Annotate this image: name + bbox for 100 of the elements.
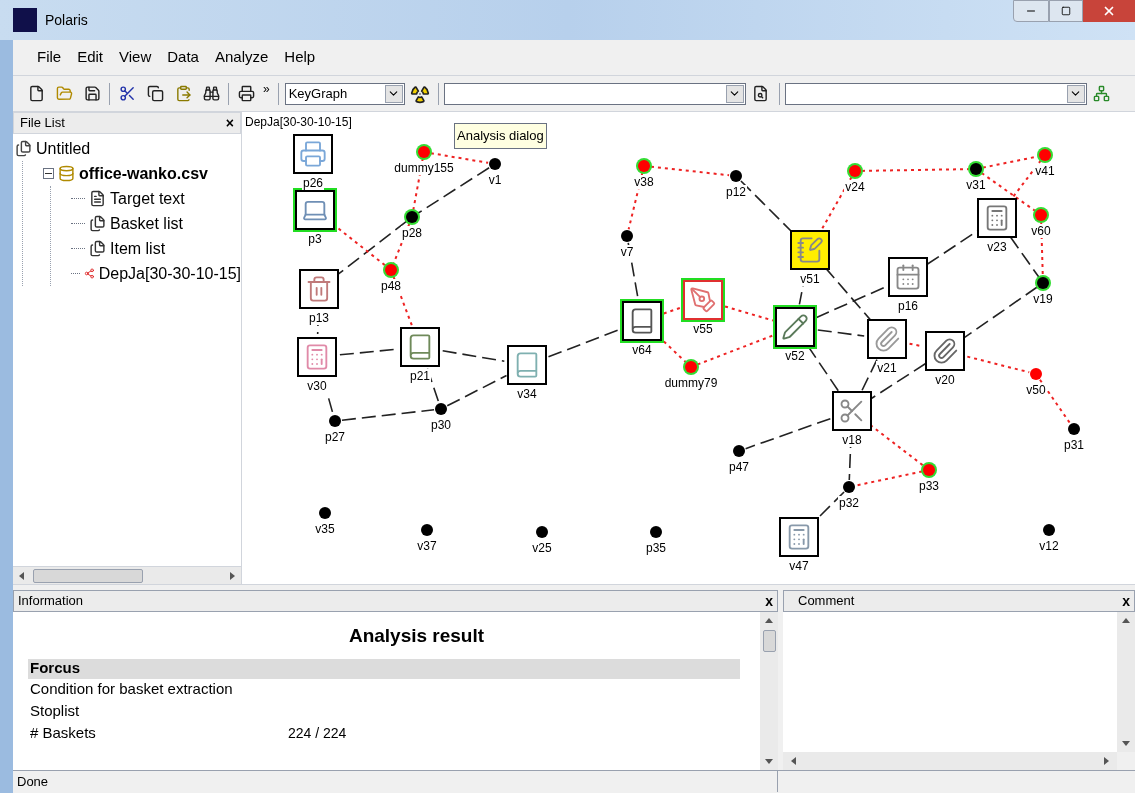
scroll-up-arrow-icon[interactable] bbox=[764, 616, 774, 626]
scroll-right-arrow-icon[interactable] bbox=[227, 570, 237, 581]
scroll-down-arrow-icon[interactable] bbox=[764, 756, 774, 766]
item-icon bbox=[299, 140, 327, 168]
app-icon bbox=[13, 8, 37, 32]
horizontal-scrollbar[interactable] bbox=[13, 566, 241, 584]
node-label: p32 bbox=[838, 496, 860, 510]
node-label: p35 bbox=[645, 541, 667, 555]
dropdown-field[interactable]: KeyGraph bbox=[284, 82, 405, 105]
result-value: 224 / 224 bbox=[288, 724, 347, 743]
node-label: v7 bbox=[619, 245, 635, 259]
node-label: v25 bbox=[531, 541, 553, 555]
menu-item[interactable]: View bbox=[113, 46, 158, 69]
menu-item[interactable]: File bbox=[31, 46, 68, 69]
menu-item[interactable]: Edit bbox=[71, 46, 110, 69]
node-label: v23 bbox=[986, 240, 1008, 254]
item-picture[interactable] bbox=[779, 517, 819, 557]
node-label: v21 bbox=[876, 361, 898, 375]
item-icon bbox=[796, 236, 824, 264]
node-label: p28 bbox=[401, 226, 423, 240]
item-picture[interactable] bbox=[775, 307, 815, 347]
item-picture[interactable] bbox=[925, 331, 965, 371]
graph-edge bbox=[724, 305, 774, 322]
menu-item[interactable]: Analyze bbox=[208, 46, 275, 69]
graph-edge bbox=[441, 350, 506, 362]
item-picture[interactable] bbox=[977, 198, 1017, 238]
scroll-down-arrow-icon[interactable] bbox=[1121, 738, 1131, 748]
window-title: Polaris bbox=[45, 10, 88, 30]
result-label: Condition for basket extraction bbox=[29, 679, 234, 700]
graph-edge bbox=[446, 374, 508, 407]
dropdown-field[interactable] bbox=[443, 82, 746, 105]
node-label: p31 bbox=[1063, 438, 1085, 452]
item-icon bbox=[305, 275, 333, 303]
vertical-scrollbar[interactable] bbox=[1117, 612, 1135, 752]
item-picture[interactable] bbox=[622, 301, 662, 341]
node-label: v50 bbox=[1025, 383, 1047, 397]
status-text: Done bbox=[17, 772, 49, 791]
tree-item[interactable]: office-wanko.csv bbox=[79, 161, 208, 186]
node-label: v18 bbox=[841, 433, 863, 447]
node-label: v47 bbox=[788, 559, 810, 573]
node-label: p13 bbox=[308, 311, 330, 325]
tree-item[interactable]: Item list bbox=[110, 236, 166, 261]
item-picture[interactable] bbox=[293, 134, 333, 174]
item-icon bbox=[689, 286, 717, 314]
close-button[interactable]: x bbox=[765, 590, 773, 612]
menu-item[interactable]: Help bbox=[278, 46, 322, 69]
node-label: v37 bbox=[416, 539, 438, 553]
item-picture[interactable] bbox=[299, 269, 339, 309]
scroll-left-arrow-icon[interactable] bbox=[789, 756, 799, 766]
dropdown-field[interactable] bbox=[784, 82, 1087, 105]
scroll-thumb[interactable] bbox=[762, 630, 776, 652]
node-label: p16 bbox=[897, 299, 919, 313]
node-label: p33 bbox=[918, 479, 940, 493]
result-heading: Analysis result bbox=[348, 624, 485, 648]
graph-icon bbox=[83, 265, 95, 282]
graph-title: DepJa[30-30-10-15] bbox=[245, 114, 352, 131]
node-label: v60 bbox=[1030, 224, 1052, 238]
node-label: v19 bbox=[1032, 292, 1054, 306]
scroll-up-arrow-icon[interactable] bbox=[1121, 616, 1131, 626]
scroll-left-arrow-icon[interactable] bbox=[17, 570, 27, 581]
result-label: # Baskets bbox=[29, 723, 97, 744]
item-picture[interactable] bbox=[790, 230, 830, 270]
scroll-right-arrow-icon[interactable] bbox=[1101, 756, 1111, 766]
close-button[interactable]: × bbox=[225, 112, 234, 134]
graph-edge bbox=[817, 329, 865, 337]
graph-edge bbox=[429, 152, 490, 164]
close-button[interactable]: x bbox=[1122, 590, 1130, 612]
tree-item[interactable]: Untitled bbox=[36, 136, 91, 161]
node-label: v31 bbox=[965, 178, 987, 192]
item-picture[interactable] bbox=[888, 257, 928, 297]
node-label: v38 bbox=[633, 175, 655, 189]
node-label: v20 bbox=[934, 373, 956, 387]
node-label: v41 bbox=[1034, 164, 1056, 178]
maximize-icon bbox=[1061, 6, 1071, 16]
close-button[interactable] bbox=[1083, 0, 1135, 22]
item-picture[interactable] bbox=[507, 345, 547, 385]
item-picture[interactable] bbox=[867, 319, 907, 359]
scroll-thumb[interactable] bbox=[33, 568, 143, 583]
tree-item[interactable]: Target text bbox=[110, 186, 185, 211]
item-icon bbox=[931, 337, 959, 365]
item-picture[interactable] bbox=[295, 190, 335, 230]
node-label: v34 bbox=[516, 387, 538, 401]
menu-item[interactable]: Data bbox=[161, 46, 205, 69]
node-label: p3 bbox=[307, 232, 323, 246]
vertical-scrollbar[interactable] bbox=[760, 612, 778, 770]
node-label: p21 bbox=[409, 369, 431, 383]
more-button[interactable]: » bbox=[261, 80, 272, 98]
item-picture[interactable] bbox=[400, 327, 440, 367]
horizontal-scrollbar[interactable] bbox=[783, 752, 1117, 770]
node-label: v30 bbox=[306, 379, 328, 393]
document-icon bbox=[15, 140, 32, 157]
node-label: v12 bbox=[1038, 539, 1060, 553]
tree-item[interactable]: Basket list bbox=[110, 211, 183, 236]
item-picture[interactable] bbox=[832, 391, 872, 431]
node-label: v1 bbox=[487, 173, 503, 187]
panel-title: File List bbox=[20, 114, 65, 133]
collapse-toggle-icon[interactable] bbox=[43, 168, 54, 179]
tree-item[interactable]: DepJa[30-30-10-15] bbox=[98, 261, 241, 286]
maximize-button[interactable] bbox=[1049, 0, 1083, 22]
item-picture[interactable] bbox=[297, 337, 337, 377]
